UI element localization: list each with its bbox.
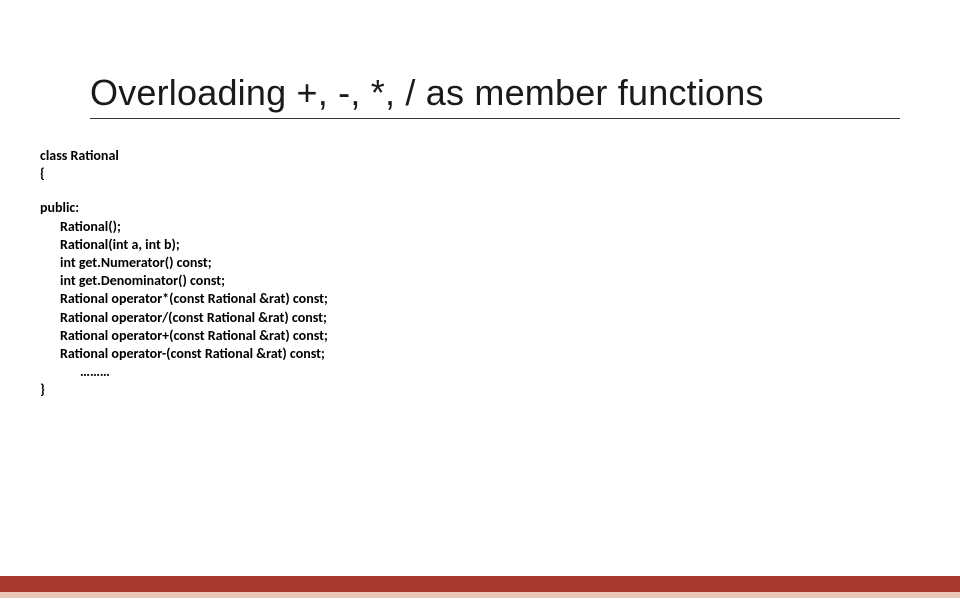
code-line: Rational(int a, int b); [40, 236, 960, 254]
code-line: Rational operator-(const Rational &rat) … [40, 345, 960, 363]
code-line: Rational operator*(const Rational &rat) … [40, 290, 960, 308]
code-line: Rational operator+(const Rational &rat) … [40, 327, 960, 345]
code-line: Rational operator/(const Rational &rat) … [40, 309, 960, 327]
code-line: int get.Denominator() const; [40, 272, 960, 290]
code-line: int get.Numerator() const; [40, 254, 960, 272]
code-spacer [40, 183, 960, 199]
footer-band [0, 576, 960, 598]
footer-light-stripe [0, 592, 960, 598]
code-line: public: [40, 199, 960, 217]
code-line: Rational(); [40, 218, 960, 236]
code-line: { [40, 165, 960, 183]
code-block: class Rational { public: Rational(); Rat… [40, 147, 960, 399]
slide-title: Overloading +, -, *, / as member functio… [90, 72, 960, 114]
code-line: ……… [40, 363, 960, 381]
title-underline [90, 118, 900, 119]
code-line: class Rational [40, 147, 960, 165]
footer-dark-stripe [0, 576, 960, 592]
code-line: } [40, 381, 960, 399]
